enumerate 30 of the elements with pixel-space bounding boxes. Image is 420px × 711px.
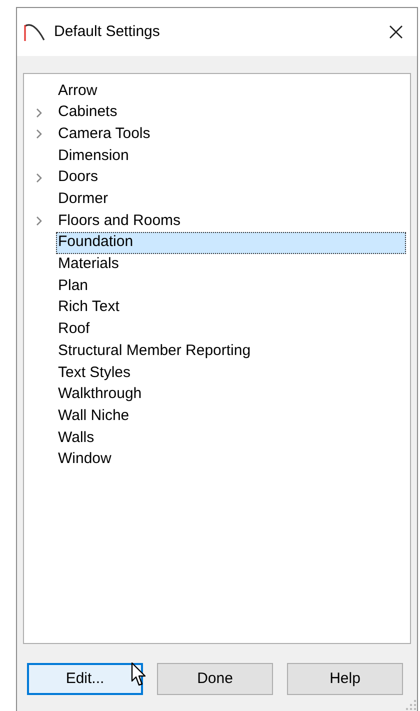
tree-item[interactable]: Walkthrough xyxy=(56,384,406,406)
tree-item[interactable]: Roof xyxy=(56,318,406,340)
tree-item[interactable]: Rich Text xyxy=(56,296,406,319)
expand-chevron-icon[interactable] xyxy=(36,172,42,183)
tree-item[interactable]: Dormer xyxy=(56,188,406,210)
tree-item[interactable]: Doors xyxy=(56,166,406,188)
tree-item[interactable]: Plan xyxy=(56,275,406,297)
tree-item[interactable]: Arrow xyxy=(56,80,406,102)
expand-chevron-icon[interactable] xyxy=(36,129,42,140)
dialog-button[interactable]: Edit... xyxy=(27,663,143,695)
expand-chevron-icon[interactable] xyxy=(36,108,42,118)
tree-item[interactable]: Cabinets xyxy=(56,102,406,124)
tree-item[interactable]: Window xyxy=(56,448,406,470)
tree-item[interactable]: Walls xyxy=(56,427,406,449)
close-icon xyxy=(389,25,403,39)
resize-grip-icon xyxy=(406,700,416,710)
expand-chevron-icon[interactable] xyxy=(36,216,42,226)
tree-item[interactable]: Foundation xyxy=(56,232,406,254)
tree-item[interactable]: Dimension xyxy=(56,145,406,167)
tree-item[interactable]: Floors and Rooms xyxy=(56,210,406,232)
tree-item[interactable]: Materials xyxy=(56,254,406,276)
window-title: Default Settings xyxy=(54,22,160,42)
tree-item[interactable]: Structural Member Reporting xyxy=(56,340,406,362)
cursor-icon xyxy=(131,662,147,688)
tree-item[interactable]: Wall Niche xyxy=(56,405,406,427)
dialog-button[interactable]: Help xyxy=(287,663,403,695)
dialog-button[interactable]: Done xyxy=(157,663,273,695)
tree-item[interactable]: Text Styles xyxy=(56,362,406,384)
app-logo-icon xyxy=(24,22,46,42)
tree-item[interactable]: Camera Tools xyxy=(56,123,406,146)
